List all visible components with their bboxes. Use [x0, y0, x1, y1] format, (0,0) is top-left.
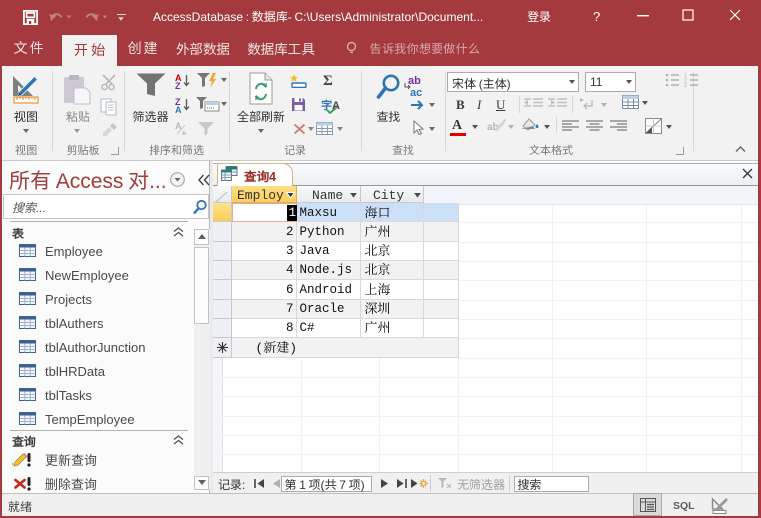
- svg-text:Z: Z: [175, 81, 181, 89]
- svg-text:3: 3: [684, 83, 687, 87]
- svg-text:A: A: [175, 105, 182, 113]
